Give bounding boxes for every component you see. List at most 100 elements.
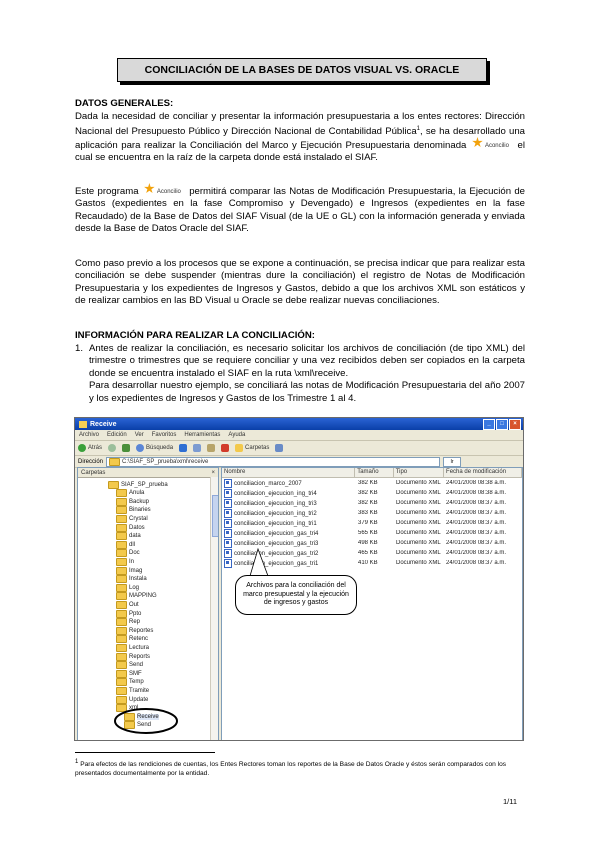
paragraph-program-text-b: permitirá comparar las Notas de Modifica… bbox=[75, 186, 526, 235]
forward-button[interactable] bbox=[108, 443, 117, 453]
address-field[interactable]: C:\SIAF_SP_prueba\xml\receive bbox=[106, 456, 441, 467]
tree-scrollbar[interactable] bbox=[210, 477, 218, 740]
cell-type: Documento XML bbox=[396, 550, 441, 556]
column-date[interactable]: Fecha de modificación bbox=[444, 468, 522, 477]
table-row[interactable]: conciliacion_ejecucion_ing_tri2 383 KB Doc… bbox=[222, 508, 522, 518]
tree-item-label: Temp bbox=[129, 679, 144, 686]
table-row[interactable]: conciliacion_ejecucion_ing_tri1 379 KB Doc… bbox=[222, 518, 522, 528]
tree-item-label: Anula bbox=[129, 490, 145, 497]
xml-file-icon bbox=[224, 528, 232, 538]
tree-item-label: Instala bbox=[129, 576, 147, 583]
cell-type: Documento XML bbox=[396, 490, 441, 496]
menu-favoritos[interactable]: Favoritos bbox=[152, 432, 177, 438]
cell-type: Documento XML bbox=[396, 480, 441, 486]
page-number: 1/11 bbox=[503, 797, 518, 806]
folder-icon bbox=[116, 686, 127, 695]
search-button[interactable]: Búsqueda bbox=[136, 443, 173, 453]
menu-ver[interactable]: Ver bbox=[135, 432, 144, 438]
column-name[interactable]: Nombre bbox=[222, 468, 356, 477]
cell-name: conciliacion_ejecucion_ing_tri2 bbox=[222, 508, 356, 518]
table-row[interactable]: conciliacion_marco_2007 382 KB Documento X… bbox=[222, 478, 522, 488]
list-item-text-2: Para desarrollar nuestro ejemplo, se con… bbox=[89, 380, 525, 404]
cell-date: 24/01/2008 08:37 a.m. bbox=[446, 520, 507, 526]
up-button[interactable] bbox=[122, 443, 131, 453]
cell-size: 565 KB bbox=[358, 530, 378, 536]
search-icon bbox=[136, 444, 145, 452]
tree-item-label: Send bbox=[137, 722, 152, 729]
maximize-button[interactable]: □ bbox=[496, 418, 508, 430]
folder-icon bbox=[116, 635, 127, 644]
menu-archivo[interactable]: Archivo bbox=[79, 432, 99, 438]
cell-name: conciliacion_ejecucion_gas_tri4 bbox=[222, 528, 356, 538]
folder-icon bbox=[116, 497, 127, 506]
folder-icon bbox=[116, 489, 127, 498]
folder-icon bbox=[116, 678, 127, 687]
refresh-button[interactable] bbox=[179, 443, 188, 453]
cell-date: 24/01/2008 08:38 a.m. bbox=[446, 480, 507, 486]
folders-button[interactable]: Carpetas bbox=[235, 443, 269, 453]
close-pane-icon[interactable]: × bbox=[211, 470, 215, 476]
cell-date: 24/01/2008 08:38 a.m. bbox=[446, 490, 507, 496]
table-row[interactable]: conciliacion_ejecucion_ing_tri3 382 KB Doc… bbox=[222, 498, 522, 508]
address-label: Dirección bbox=[78, 458, 104, 465]
folder-icon bbox=[116, 566, 127, 575]
cell-date: 24/01/2008 08:37 a.m. bbox=[446, 540, 507, 546]
cell-date: 24/01/2008 08:37 a.m. bbox=[446, 510, 507, 516]
folder-icon bbox=[116, 532, 127, 541]
menu-bar: Archivo Edición Ver Favoritos Herramient… bbox=[75, 430, 523, 441]
views-button[interactable] bbox=[275, 443, 284, 453]
column-size[interactable]: Tamaño bbox=[355, 468, 394, 477]
minimize-button[interactable]: _ bbox=[483, 418, 495, 430]
xml-file-icon bbox=[224, 518, 232, 528]
toolbar: Atrás Búsqueda Carpetas bbox=[75, 441, 523, 456]
tree-item-label: Tramite bbox=[129, 687, 150, 694]
file-list-header: Nombre Tamaño Tipo Fecha de modificación bbox=[222, 468, 522, 478]
menu-edicion[interactable]: Edición bbox=[107, 432, 127, 438]
go-button[interactable]: Ir bbox=[443, 456, 462, 467]
folder-icon bbox=[108, 480, 119, 489]
column-type[interactable]: Tipo bbox=[394, 468, 445, 477]
cell-size: 498 KB bbox=[358, 540, 378, 546]
folder-icon bbox=[116, 704, 127, 713]
table-row[interactable]: conciliacion_ejecucion_gas_tri2 465 KB Doc… bbox=[222, 548, 522, 558]
tree-item[interactable]: Send bbox=[124, 721, 151, 730]
xml-file-icon bbox=[224, 508, 232, 518]
back-button[interactable]: Atrás bbox=[78, 443, 102, 453]
tree-item-label: SIAF_SP_prueba bbox=[121, 481, 168, 488]
folder-icon bbox=[116, 557, 127, 566]
cell-date: 24/01/2008 08:37 a.m. bbox=[446, 500, 507, 506]
table-row[interactable]: conciliacion_ejecucion_gas_tri4 565 KB Doc… bbox=[222, 528, 522, 538]
table-row[interactable]: conciliacion_ejecucion_gas_tri3 498 KB Doc… bbox=[222, 538, 522, 548]
folder-icon bbox=[116, 669, 127, 678]
aconcilio-app-icon: Aconcilio bbox=[144, 183, 184, 195]
aconcilio-app-icon: Aconcilio bbox=[472, 137, 512, 149]
tree-header: Carpetas × bbox=[78, 468, 218, 478]
tree-item-label: Send bbox=[129, 662, 144, 669]
menu-herramientas[interactable]: Herramientas bbox=[184, 432, 220, 438]
folder-icon bbox=[116, 523, 127, 532]
table-row[interactable]: conciliacion_ejecucion_ing_tri4 382 KB Doc… bbox=[222, 488, 522, 498]
forward-arrow-icon bbox=[108, 444, 117, 452]
copy-button[interactable] bbox=[193, 443, 202, 453]
tree-item-label: In bbox=[129, 558, 135, 565]
scroll-thumb[interactable] bbox=[212, 495, 218, 537]
table-row[interactable]: conciliacion_ejecucion_gas_tri1 410 KB Doc… bbox=[222, 558, 522, 568]
window-title: Receive bbox=[90, 420, 117, 428]
close-button[interactable]: × bbox=[509, 418, 521, 430]
folder-icon bbox=[109, 457, 121, 466]
cell-name: conciliacion_marco_2007 bbox=[222, 478, 356, 488]
views-icon bbox=[275, 444, 284, 452]
folder-icon bbox=[116, 609, 127, 618]
footnote: 1 Para efectos de las rendiciones de cue… bbox=[75, 758, 525, 778]
up-folder-icon bbox=[122, 444, 131, 452]
menu-ayuda[interactable]: Ayuda bbox=[228, 432, 245, 438]
folder-icon bbox=[116, 592, 127, 601]
cell-type: Documento XML bbox=[396, 510, 441, 516]
delete-button[interactable] bbox=[221, 443, 230, 453]
xml-file-icon bbox=[224, 498, 232, 508]
tree-item-label: Doc bbox=[129, 550, 140, 557]
paste-button[interactable] bbox=[207, 443, 216, 453]
folder-icon bbox=[116, 506, 127, 515]
cell-name: conciliacion_ejecucion_ing_tri3 bbox=[222, 498, 356, 508]
tree-item-label: Log bbox=[129, 584, 140, 591]
